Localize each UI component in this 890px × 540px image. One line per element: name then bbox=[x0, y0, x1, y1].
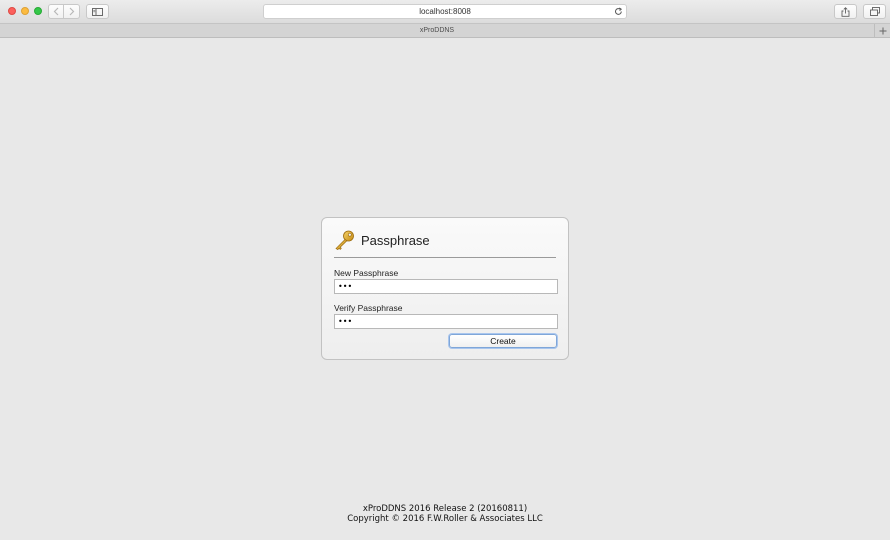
tab-bar: xProDDNS bbox=[0, 24, 890, 38]
browser-toolbar: localhost:8008 bbox=[0, 0, 890, 24]
address-bar[interactable]: localhost:8008 bbox=[263, 4, 627, 19]
footer-release: xProDDNS 2016 Release 2 (20160811) bbox=[362, 504, 528, 514]
show-all-tabs-button[interactable] bbox=[863, 4, 886, 19]
minimize-window-button[interactable] bbox=[21, 7, 29, 15]
dialog-title: Passphrase bbox=[361, 233, 430, 248]
passphrase-dialog: Passphrase New Passphrase Verify Passphr… bbox=[321, 217, 569, 360]
verify-passphrase-label: Verify Passphrase bbox=[334, 303, 403, 313]
key-icon bbox=[335, 230, 354, 250]
share-button[interactable] bbox=[834, 4, 857, 19]
title-divider bbox=[334, 257, 556, 258]
plus-icon bbox=[879, 27, 886, 34]
tab-xproddns[interactable]: xProDDNS bbox=[0, 24, 874, 37]
new-passphrase-label: New Passphrase bbox=[334, 268, 399, 278]
tab-title-text: xProDDNS bbox=[419, 27, 455, 34]
chevron-right-icon bbox=[69, 7, 74, 16]
zoom-window-button[interactable] bbox=[34, 7, 42, 15]
share-icon bbox=[841, 6, 850, 17]
verify-passphrase-input[interactable] bbox=[334, 314, 558, 329]
forward-button[interactable] bbox=[64, 4, 80, 19]
chevron-left-icon bbox=[53, 7, 59, 16]
tabs-overview-icon bbox=[869, 7, 880, 16]
new-passphrase-input[interactable] bbox=[334, 279, 558, 294]
sidebar-icon bbox=[92, 7, 103, 16]
sidebar-toggle-button[interactable] bbox=[86, 4, 109, 19]
create-button[interactable]: Create bbox=[449, 334, 557, 348]
footer-copyright: Copyright © 2016 F.W.Roller & Associates… bbox=[347, 514, 543, 524]
close-window-button[interactable] bbox=[8, 7, 16, 15]
url-text: localhost:8008 bbox=[419, 7, 471, 16]
reload-icon[interactable] bbox=[614, 7, 623, 16]
page-content: Passphrase New Passphrase Verify Passphr… bbox=[0, 38, 890, 540]
page-footer: xProDDNS 2016 Release 2 (20160811) Copyr… bbox=[0, 504, 890, 524]
back-button[interactable] bbox=[48, 4, 64, 19]
new-tab-button[interactable] bbox=[874, 24, 890, 37]
